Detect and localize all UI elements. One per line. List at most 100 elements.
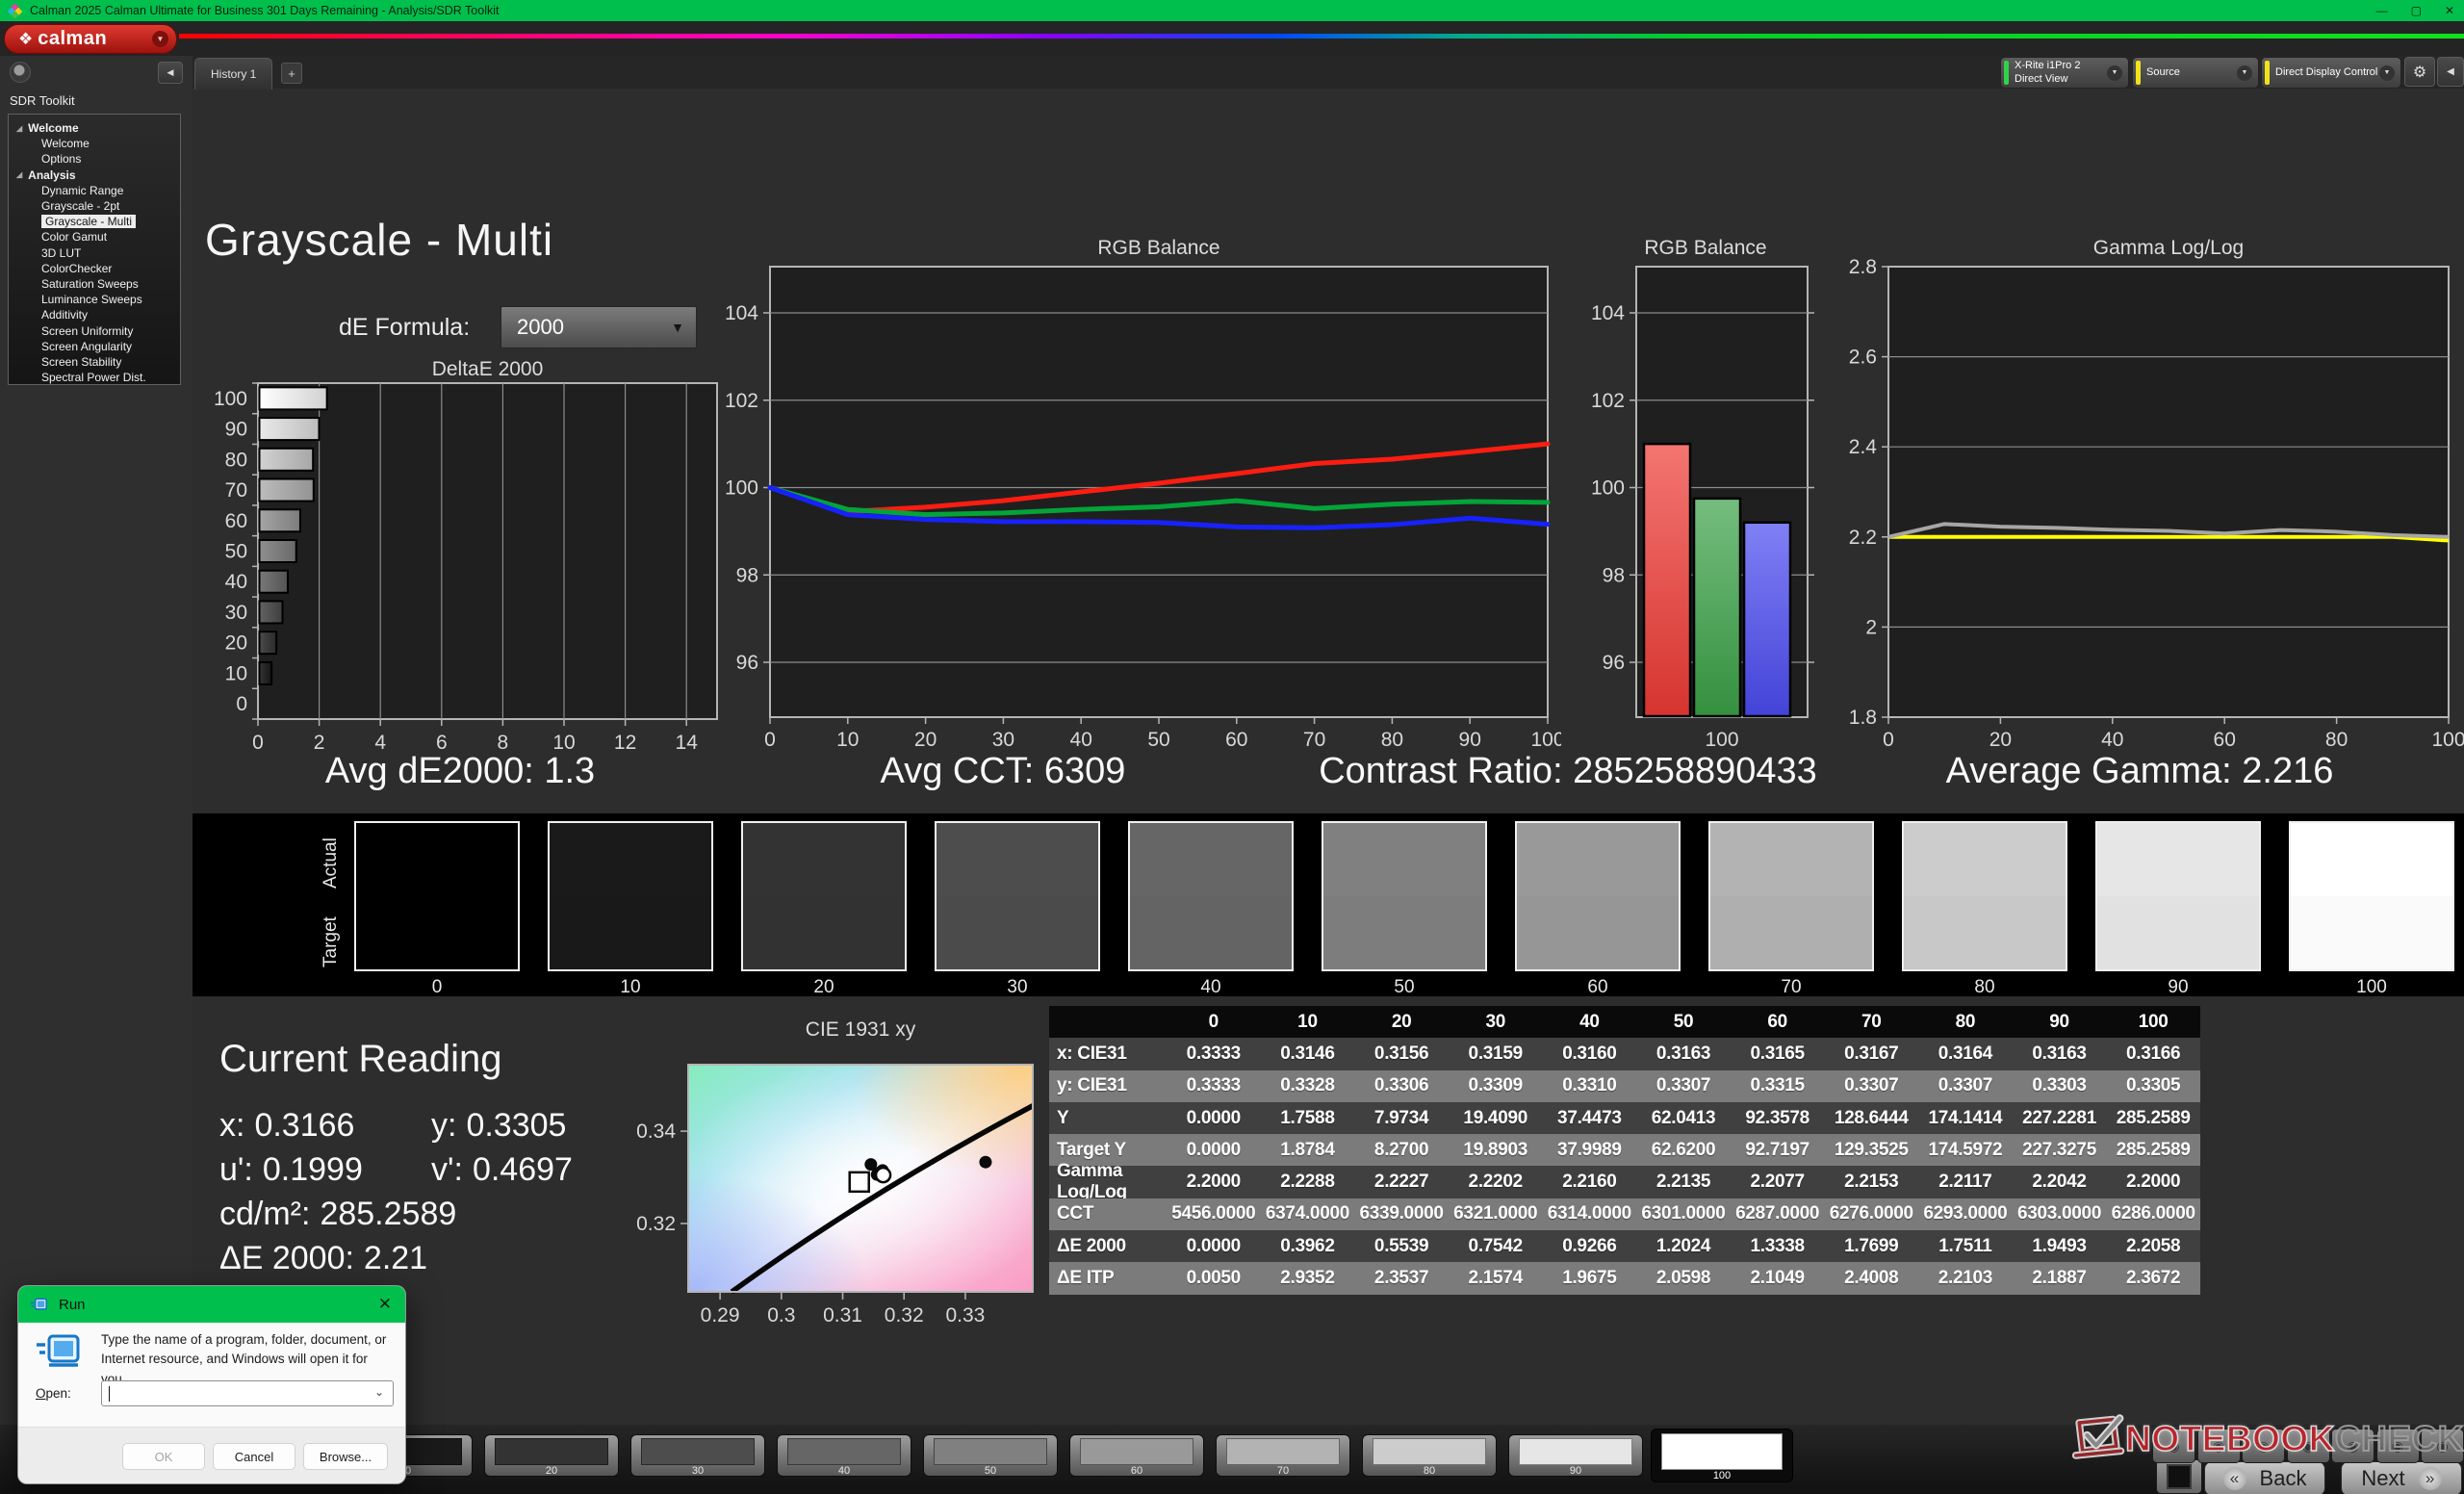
target-swatch bbox=[1130, 896, 1292, 969]
pattern-button-70[interactable]: 70 bbox=[1216, 1434, 1350, 1477]
display-control-dropdown[interactable]: Direct Display Control ▼ bbox=[2261, 57, 2401, 89]
svg-text:50: 50 bbox=[225, 541, 247, 563]
pattern-button-90[interactable]: 90 bbox=[1508, 1434, 1643, 1477]
page-title: Grayscale - Multi bbox=[205, 214, 553, 266]
pattern-button-50[interactable]: 50 bbox=[923, 1434, 1058, 1477]
pattern-button-40[interactable]: 40 bbox=[777, 1434, 911, 1477]
sidebar-item-screen-angularity[interactable]: Screen Angularity bbox=[9, 339, 180, 354]
meter-tool-button-7[interactable]: ◉ bbox=[2421, 1429, 2464, 1463]
meter-tool-button-1[interactable]: ◉ bbox=[2152, 1429, 2195, 1463]
sidebar-item-dynamic-range[interactable]: Dynamic Range bbox=[9, 183, 180, 198]
table-cell: 8.2700 bbox=[1354, 1134, 1449, 1166]
table-cell: 0.3160 bbox=[1543, 1038, 1637, 1069]
table-cell: 0.0050 bbox=[1167, 1262, 1261, 1294]
table-cell: 1.2024 bbox=[1636, 1230, 1731, 1262]
next-button[interactable]: Next » bbox=[2341, 1461, 2462, 1494]
svg-text:0.31: 0.31 bbox=[823, 1304, 862, 1327]
pattern-button-60[interactable]: 60 bbox=[1069, 1434, 1204, 1477]
table-cell: 62.0413 bbox=[1636, 1102, 1731, 1134]
table-column-header: 70 bbox=[1824, 1006, 1918, 1038]
sidebar-item-analysis[interactable]: ◢Analysis bbox=[9, 167, 180, 183]
sidebar-item-luminance-sweeps[interactable]: Luminance Sweeps bbox=[9, 292, 180, 307]
tree-expander-icon[interactable]: ◢ bbox=[16, 170, 22, 179]
sidebar-item-saturation-sweeps[interactable]: Saturation Sweeps bbox=[9, 276, 180, 292]
svg-text:0: 0 bbox=[1883, 729, 1894, 751]
meter-status-indicator[interactable] bbox=[10, 62, 31, 83]
svg-text:0.29: 0.29 bbox=[701, 1304, 740, 1327]
calman-main-menu-button[interactable]: ❖ calman ▼ bbox=[4, 24, 177, 54]
pattern-button-80[interactable]: 80 bbox=[1362, 1434, 1497, 1477]
svg-text:80: 80 bbox=[2325, 729, 2348, 751]
table-cell: 174.1414 bbox=[1918, 1102, 2013, 1134]
tab-history-1[interactable]: History 1 bbox=[194, 58, 272, 90]
table-column-header: 50 bbox=[1636, 1006, 1731, 1038]
svg-text:70: 70 bbox=[225, 479, 247, 502]
meter-tool-button-5[interactable]: ◉ bbox=[2331, 1429, 2374, 1463]
sidebar-item-color-gamut[interactable]: Color Gamut bbox=[9, 229, 180, 245]
next-arrows-icon: » bbox=[2419, 1467, 2442, 1490]
close-icon[interactable]: ✕ bbox=[378, 1295, 392, 1314]
svg-text:2.4: 2.4 bbox=[1849, 436, 1878, 458]
cancel-button[interactable]: Cancel bbox=[213, 1443, 295, 1470]
run-dialog-titlebar[interactable]: Run ✕ bbox=[18, 1286, 405, 1323]
table-cell: 6293.0000 bbox=[1918, 1198, 2013, 1230]
svg-text:60: 60 bbox=[1225, 729, 1247, 751]
source-dropdown[interactable]: Source ▼ bbox=[2132, 57, 2259, 89]
meter-tool-button-6[interactable]: ◉ bbox=[2376, 1429, 2420, 1463]
meter-tool-button-2[interactable]: ◉ bbox=[2197, 1429, 2241, 1463]
target-swatch bbox=[743, 896, 905, 969]
sidebar-item-colorchecker[interactable]: ColorChecker bbox=[9, 261, 180, 276]
open-combobox[interactable]: ⌄ bbox=[101, 1380, 394, 1406]
pattern-button-30[interactable]: 30 bbox=[630, 1434, 765, 1477]
table-column-header: 100 bbox=[2106, 1006, 2200, 1038]
de-formula-dropdown[interactable]: 2000 ▼ bbox=[500, 306, 697, 348]
sidebar-collapse-button[interactable]: ◀ bbox=[158, 62, 183, 84]
table-cell: 19.8903 bbox=[1449, 1134, 1543, 1166]
browse-button[interactable]: Browse... bbox=[303, 1443, 388, 1470]
actual-swatch bbox=[1710, 823, 1872, 896]
table-cell: 285.2589 bbox=[2106, 1134, 2200, 1166]
svg-text:100: 100 bbox=[725, 477, 758, 500]
meter-tool-button-4[interactable]: ◉ bbox=[2287, 1429, 2330, 1463]
pattern-button-20[interactable]: 20 bbox=[484, 1434, 619, 1477]
table-cell: 0.3303 bbox=[2013, 1070, 2107, 1102]
back-button[interactable]: « Back bbox=[2204, 1461, 2325, 1494]
grayscale-swatch-30 bbox=[935, 821, 1100, 971]
tree-expander-icon[interactable]: ◢ bbox=[16, 124, 22, 133]
maximize-button[interactable]: ▢ bbox=[2411, 4, 2422, 17]
sidebar-item-3d-lut[interactable]: 3D LUT bbox=[9, 245, 180, 261]
svg-text:10: 10 bbox=[836, 729, 859, 751]
sidebar-item-grayscale-multi[interactable]: Grayscale - Multi bbox=[9, 214, 180, 229]
ok-button[interactable]: OK bbox=[122, 1443, 205, 1470]
sidebar-item-additivity[interactable]: Additivity bbox=[9, 307, 180, 322]
add-tab-button[interactable]: + bbox=[281, 63, 302, 84]
grayscale-swatch-70 bbox=[1708, 821, 1874, 971]
sidebar-item-welcome[interactable]: Welcome bbox=[9, 136, 180, 151]
table-cell: 2.1574 bbox=[1449, 1262, 1543, 1294]
table-cell: 2.2227 bbox=[1354, 1166, 1449, 1198]
table-cell: 6301.0000 bbox=[1636, 1198, 1731, 1230]
minimize-button[interactable]: — bbox=[2376, 4, 2388, 17]
table-cell: 0.3307 bbox=[1918, 1070, 2013, 1102]
pattern-swatch bbox=[787, 1438, 901, 1465]
spectrum-gradient-line bbox=[179, 34, 2464, 39]
sidebar-item-spectral-power-dist[interactable]: Spectral Power Dist. bbox=[9, 370, 180, 385]
right-panel-collapse-button[interactable]: ◀ bbox=[2437, 57, 2464, 87]
pattern-level-label: 30 bbox=[631, 1465, 764, 1477]
stop-button[interactable] bbox=[2156, 1459, 2202, 1494]
sidebar-item-welcome[interactable]: ◢Welcome bbox=[9, 120, 180, 136]
svg-text:98: 98 bbox=[1603, 564, 1625, 586]
pattern-button-100[interactable]: 100 bbox=[1651, 1429, 1793, 1482]
table-cell: 0.3156 bbox=[1354, 1038, 1449, 1069]
table-cell: 0.3159 bbox=[1449, 1038, 1543, 1069]
settings-gear-button[interactable]: ⚙ bbox=[2404, 57, 2435, 87]
svg-text:104: 104 bbox=[1591, 302, 1625, 324]
sidebar-item-grayscale-2pt[interactable]: Grayscale - 2pt bbox=[9, 198, 180, 214]
sidebar-item-screen-uniformity[interactable]: Screen Uniformity bbox=[9, 322, 180, 338]
close-button[interactable]: ✕ bbox=[2445, 4, 2454, 17]
sidebar-item-options[interactable]: Options bbox=[9, 151, 180, 167]
meter-tool-button-3[interactable]: ◉ bbox=[2242, 1429, 2285, 1463]
pattern-level-label: 40 bbox=[778, 1465, 911, 1477]
meter-dropdown[interactable]: X-Rite i1Pro 2Direct View ▼ bbox=[2000, 57, 2129, 89]
sidebar-item-screen-stability[interactable]: Screen Stability bbox=[9, 354, 180, 370]
